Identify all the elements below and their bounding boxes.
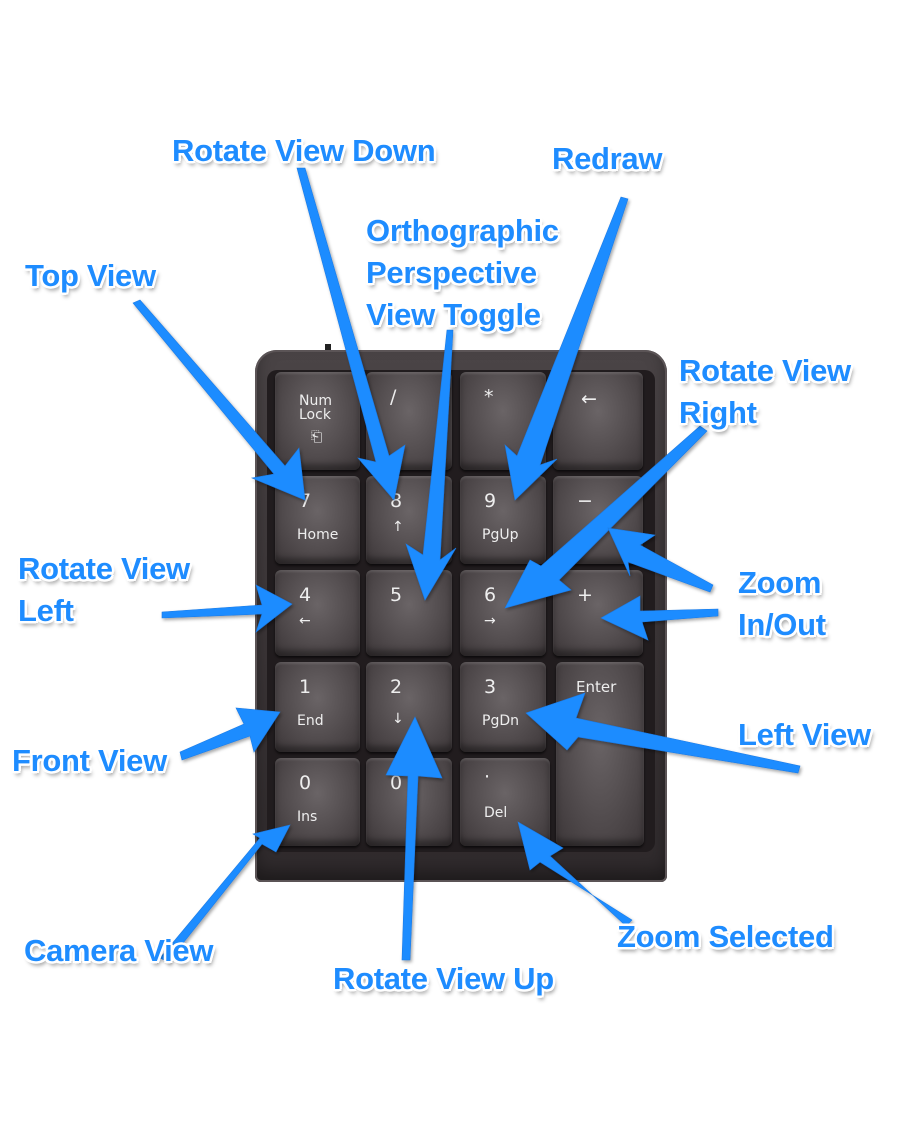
up-arrow-icon: ↑: [392, 519, 404, 535]
key-label: /: [390, 386, 397, 408]
label-left-view: Left View: [738, 717, 871, 752]
label-zoom-selected: Zoom Selected: [617, 919, 834, 954]
key-backspace[interactable]: ←: [553, 372, 643, 470]
key-sublabel: PgDn: [482, 713, 519, 729]
label-top-view: Top View: [25, 258, 156, 293]
label-ortho-line3: View Toggle: [366, 297, 541, 332]
numpad-diagram: Num Lock ⎗ / * ← 7 Home 8 ↑ 9 PgUp − 4 ←…: [0, 0, 900, 1146]
key-8-up[interactable]: 8 ↑: [366, 476, 452, 564]
key-plus[interactable]: +: [553, 570, 643, 656]
label-rotate-view-up: Rotate View Up: [333, 961, 554, 996]
key-4-left[interactable]: 4 ←: [275, 570, 360, 656]
key-divide[interactable]: /: [366, 372, 452, 470]
label-rvr-line2: Right: [679, 395, 757, 430]
label-rvl-line1: Rotate View: [18, 551, 190, 586]
key-sublabel: Home: [297, 527, 339, 543]
label-redraw: Redraw: [552, 141, 663, 176]
key-label: 5: [390, 584, 403, 606]
key-enter[interactable]: Enter: [556, 662, 644, 846]
key-multiply[interactable]: *: [460, 372, 546, 470]
key-7-home[interactable]: 7 Home: [275, 476, 360, 564]
key-minus[interactable]: −: [553, 476, 643, 564]
key-sublabel: End: [297, 713, 324, 729]
key-label: 7: [299, 490, 312, 512]
label-zoom-line2: In/Out: [738, 607, 826, 642]
key-label: Enter: [576, 678, 617, 696]
label-front-view: Front View: [12, 743, 167, 778]
key-label: 3: [484, 676, 497, 698]
right-arrow-icon: →: [484, 613, 496, 629]
backspace-arrow-icon: ←: [581, 388, 597, 410]
key-label: 8: [390, 490, 403, 512]
key-label: 2: [390, 676, 403, 698]
key-sublabel: Del: [484, 805, 508, 821]
key-label: 0: [390, 772, 403, 794]
key-9-pgup[interactable]: 9 PgUp: [460, 476, 546, 564]
key-6-right[interactable]: 6 →: [460, 570, 546, 656]
key-3-pgdn[interactable]: 3 PgDn: [460, 662, 546, 752]
key-sublabel: Ins: [297, 809, 318, 825]
label-ortho-line2: Perspective: [366, 255, 537, 290]
key-2-down[interactable]: 2 ↓: [366, 662, 452, 752]
key-0[interactable]: 0: [366, 758, 452, 846]
key-label: 6: [484, 584, 497, 606]
label-zoom-line1: Zoom: [738, 565, 822, 600]
key-label: ·: [484, 766, 491, 788]
key-decimal-del[interactable]: · Del: [460, 758, 550, 846]
key-label: 1: [299, 676, 312, 698]
left-arrow-icon: ←: [299, 613, 311, 629]
key-sublabel: PgUp: [482, 527, 519, 543]
key-0-ins[interactable]: 0 Ins: [275, 758, 360, 846]
key-label: 9: [484, 490, 497, 512]
label-camera-view: Camera View: [24, 933, 214, 968]
key-label: −: [577, 490, 593, 512]
key-label: *: [484, 386, 494, 408]
key-label: +: [577, 584, 593, 606]
mouse-icon: ⎗: [311, 429, 323, 445]
key-1-end[interactable]: 1 End: [275, 662, 360, 752]
down-arrow-icon: ↓: [392, 711, 404, 727]
key-5[interactable]: 5: [366, 570, 452, 656]
label-rvr-line1: Rotate View: [679, 353, 851, 388]
key-label: 4: [299, 584, 312, 606]
key-label: 0: [299, 772, 312, 794]
key-numlock[interactable]: Num Lock ⎗: [275, 372, 360, 470]
label-rvl-line2: Left: [18, 593, 74, 628]
label-ortho-line1: Orthographic: [366, 213, 559, 248]
label-rotate-view-down: Rotate View Down: [172, 133, 436, 168]
key-label: Num Lock: [299, 393, 332, 423]
